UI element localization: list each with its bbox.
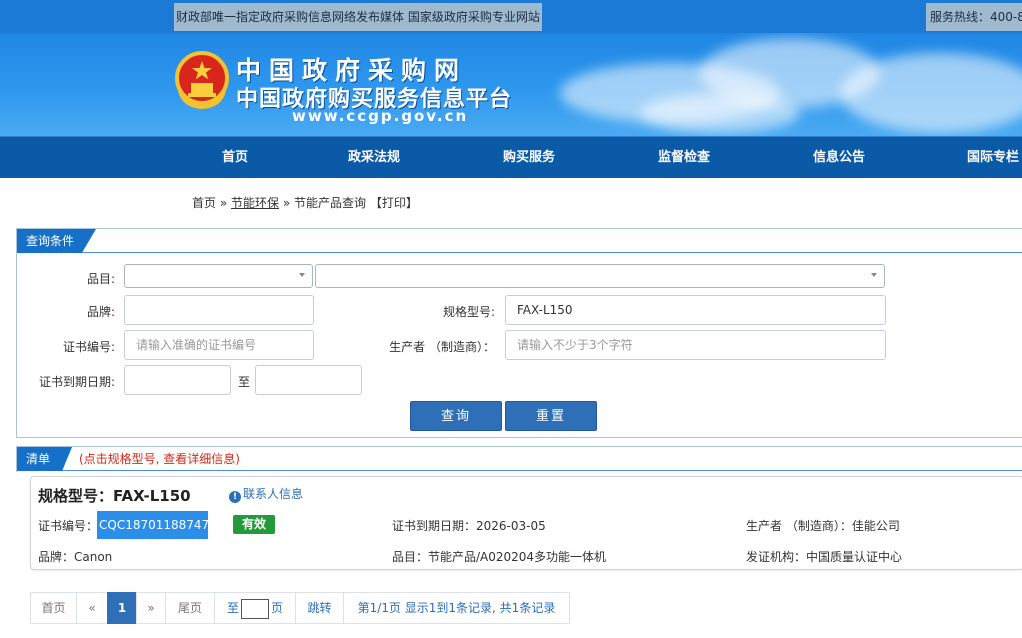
manufacturer-value: 生产者 （制造商）：佳能公司 [746,519,900,533]
nav-item-regulations[interactable]: 政采法规 [348,137,400,179]
cert-no-caption: 证书编号： [38,519,99,533]
nav-item-international[interactable]: 国际专栏 [967,137,1019,179]
breadcrumb-home[interactable]: 首页 [192,196,216,210]
breadcrumb-separator: » [282,196,291,210]
nav-item-purchase-services[interactable]: 购买服务 [503,137,555,179]
search-button[interactable]: 查询 [410,401,502,431]
result-model-link[interactable]: 规格型号：FAX-L150 [38,485,191,506]
category-select-1[interactable] [124,264,313,288]
service-hotline: 服务热线：400-8 [926,3,1022,31]
cert-no-input[interactable]: 请输入准确的证书编号 [124,330,314,360]
breadcrumb-section[interactable]: 节能环保 [231,196,279,210]
result-card: 规格型号：FAX-L150 ! 联系人信息 证书编号： CQC1870118874… [30,476,1022,570]
goto-page-box: 至页 [214,592,296,624]
chevron-down-icon [299,273,305,277]
breadcrumb-current: 节能产品查询 [294,196,367,210]
brand-label: 品牌: [86,305,115,319]
reset-button[interactable]: 重置 [505,401,597,431]
site-banner: 中国政府采购网 中国政府购买服务信息平台 www.ccgp.gov.cn [0,33,1022,136]
site-url: www.ccgp.gov.cn [292,107,469,125]
query-panel-header: 查询条件 [17,229,1022,253]
model-label: 规格型号: [442,305,495,319]
cert-no-label: 证书编号: [62,340,115,354]
brand-value: 品牌：Canon [38,550,113,564]
main-nav: 首页 政采法规 购买服务 监督检查 信息公告 国际专栏 [0,136,1022,178]
expiry-date-value: 证书到期日期：2026-03-05 [392,519,546,533]
category-label: 品目: [86,272,115,286]
nav-item-announcements[interactable]: 信息公告 [813,137,865,179]
date-range-to-label: 至 [238,375,251,389]
pagination-summary: 第1/1页 显示1到1条记录, 共1条记录 [343,592,570,624]
site-slogan: 财政部唯一指定政府采购信息网络发布媒体 国家级政府采购专业网站 [174,3,542,31]
query-panel: 查询条件 品目: 品牌: 规格型号: FAX-L150 证书编号: 请输入准确的… [16,228,1022,438]
goto-post-label: 页 [271,601,284,615]
result-list-note: (点击规格型号, 查看详细信息) [79,452,240,466]
info-icon: ! [229,491,241,503]
nav-item-home[interactable]: 首页 [222,137,248,179]
national-emblem-icon [175,51,229,109]
contact-info-label: 联系人信息 [243,487,304,501]
contact-info-link[interactable]: ! 联系人信息 [229,485,303,503]
breadcrumb-separator: » [219,196,228,210]
result-list-panel: 清单 (点击规格型号, 查看详细信息) [16,446,1022,472]
nav-item-supervision[interactable]: 监督检查 [658,137,710,179]
breadcrumb: 首页 » 节能环保 » 节能产品查询 【打印】 [192,194,418,211]
manufacturer-input[interactable]: 请输入不少于3个字符 [505,330,886,360]
result-list-header: 清单 (点击规格型号, 查看详细信息) [17,447,1022,471]
next-page-button[interactable]: » [136,592,166,624]
query-panel-tab: 查询条件 [17,229,97,253]
brand-input[interactable] [124,295,314,325]
top-strip: 财政部唯一指定政府采购信息网络发布媒体 国家级政府采购专业网站 服务热线：400… [0,0,1022,33]
expiry-date-to-input[interactable] [255,365,362,395]
jump-button[interactable]: 跳转 [295,592,344,624]
first-page-button[interactable]: 首页 [30,592,77,624]
result-list-tab: 清单 [17,447,73,471]
expiry-date-label: 证书到期日期: [38,375,115,389]
goto-page-input[interactable] [241,598,269,619]
category-value: 品目：节能产品/A020204多功能一体机 [392,550,607,564]
last-page-button[interactable]: 尾页 [165,592,215,624]
chevron-down-icon [871,273,877,277]
category-select-2[interactable] [315,264,885,288]
print-link[interactable]: 【打印】 [370,196,418,210]
prev-page-button[interactable]: « [76,592,108,624]
model-input[interactable]: FAX-L150 [505,295,886,325]
issuer-value: 发证机构：中国质量认证中心 [746,550,903,564]
status-badge: 有效 [233,515,275,534]
page-1-button[interactable]: 1 [107,592,137,624]
goto-pre-label: 至 [226,601,239,615]
manufacturer-label: 生产者 （制造商）： [389,340,495,354]
expiry-date-from-input[interactable] [124,365,231,395]
cert-no-value: CQC18701188747 [97,511,209,539]
